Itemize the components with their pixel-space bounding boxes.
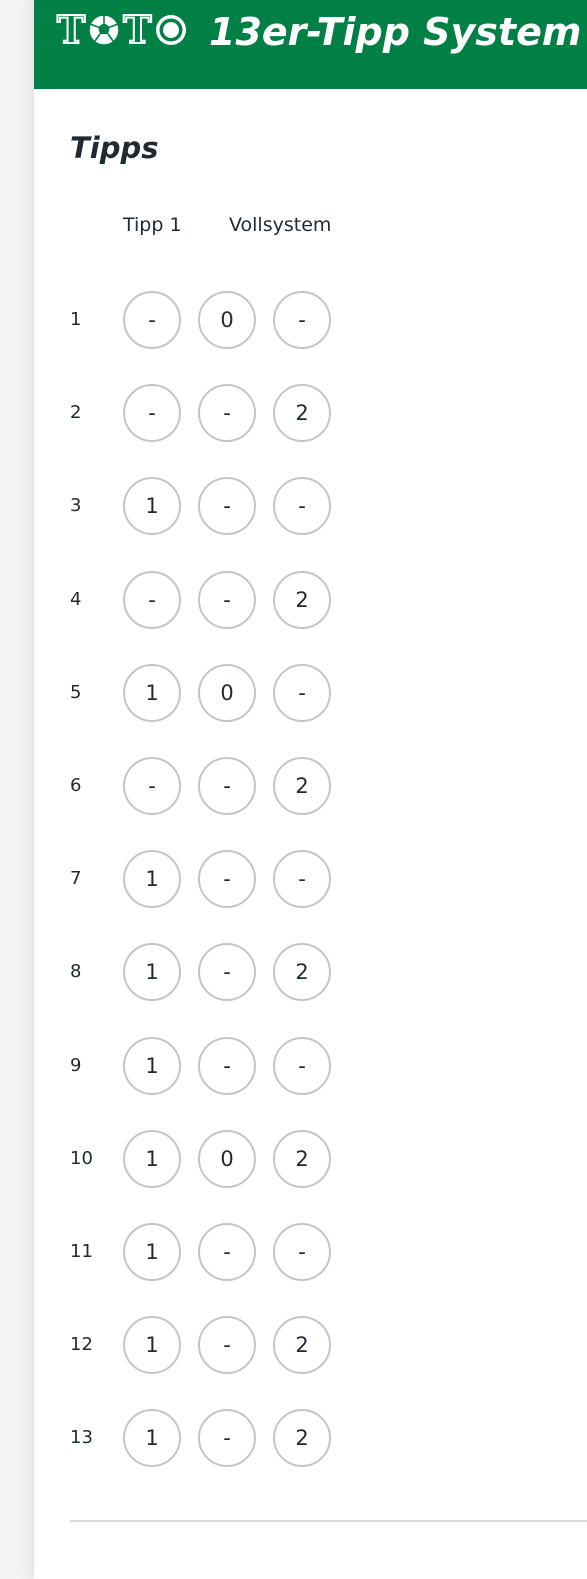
tipp-away-toggle[interactable]: 2 — [273, 943, 331, 1001]
section-title-tipps: Tipps — [70, 131, 159, 165]
tipp-home-toggle[interactable]: 1 — [123, 1223, 181, 1281]
tipp-home-toggle[interactable]: - — [123, 291, 181, 349]
tipp-home-toggle[interactable]: - — [123, 757, 181, 815]
tipp-away-toggle[interactable]: 2 — [273, 384, 331, 442]
divider — [70, 1520, 587, 1522]
tipp-draw-toggle[interactable]: - — [198, 384, 256, 442]
tipp-row: 8 1-2 — [34, 943, 587, 1001]
tipp-home-toggle[interactable]: 1 — [123, 1409, 181, 1467]
game-number: 11 — [70, 1241, 93, 1262]
logo-letter-t2: T — [122, 7, 152, 52]
tipp-home-toggle[interactable]: 1 — [123, 1316, 181, 1374]
tipp-row: 12 1-2 — [34, 1316, 587, 1374]
game-number: 7 — [70, 868, 82, 889]
tipp-away-toggle[interactable]: - — [273, 850, 331, 908]
tipp-away-toggle[interactable]: 2 — [273, 571, 331, 629]
tipp-away-toggle[interactable]: 2 — [273, 1130, 331, 1188]
tipp-row: 10 1 0 2 — [34, 1130, 587, 1188]
header-bar: T T 13er-Tipp System — [34, 0, 587, 89]
game-number: 9 — [70, 1055, 82, 1076]
tipp-draw-toggle[interactable]: - — [198, 1409, 256, 1467]
tipp-away-toggle[interactable]: 2 — [273, 1316, 331, 1374]
tipp-row: 6--2 — [34, 757, 587, 815]
game-number: 2 — [70, 402, 82, 423]
game-number: 3 — [70, 495, 82, 516]
tipp-draw-toggle[interactable]: - — [198, 1223, 256, 1281]
column-header-vollsystem: Vollsystem — [229, 214, 332, 236]
tipp-home-toggle[interactable]: 1 — [123, 1130, 181, 1188]
tipp-draw-toggle[interactable]: 0 — [198, 664, 256, 722]
tipp-draw-toggle[interactable]: - — [198, 850, 256, 908]
tipp-row: 1 -0- — [34, 291, 587, 349]
tipp-home-toggle[interactable]: 1 — [123, 850, 181, 908]
game-number: 6 — [70, 775, 82, 796]
tipp-away-toggle[interactable]: 2 — [273, 757, 331, 815]
tipp-home-toggle[interactable]: - — [123, 571, 181, 629]
tipp-draw-toggle[interactable]: 0 — [198, 1130, 256, 1188]
game-number: 1 — [70, 309, 82, 330]
tipp-row: 91-- — [34, 1037, 587, 1095]
tipp-draw-toggle[interactable]: - — [198, 1037, 256, 1095]
tipp-draw-toggle[interactable]: - — [198, 757, 256, 815]
tipp-home-toggle[interactable]: - — [123, 384, 181, 442]
tipp-row: 31-- — [34, 477, 587, 535]
tipp-away-toggle[interactable]: - — [273, 477, 331, 535]
page-title: 13er-Tipp System — [209, 10, 582, 54]
column-header-tipp1: Tipp 1 — [123, 214, 182, 236]
logo-o-ring-icon — [155, 15, 186, 45]
tipp-away-toggle[interactable]: - — [273, 1037, 331, 1095]
tipp-row: 4--2 — [34, 571, 587, 629]
page-card: T T 13er-Tipp System Tipps Tipp 1 Vollsy… — [34, 0, 587, 1579]
tipp-away-toggle[interactable]: - — [273, 1223, 331, 1281]
game-number: 4 — [70, 589, 82, 610]
tipp-draw-toggle[interactable]: 0 — [198, 291, 256, 349]
tipp-row: 11 1- - — [34, 1223, 587, 1281]
toto-logo: T T — [56, 7, 188, 52]
game-number: 8 — [70, 961, 82, 982]
tipp-home-toggle[interactable]: 1 — [123, 1037, 181, 1095]
tipp-row: 2--2 — [34, 384, 587, 442]
tipp-away-toggle[interactable]: - — [273, 291, 331, 349]
tipp-home-toggle[interactable]: 1 — [123, 477, 181, 535]
logo-letter-t: T — [56, 7, 86, 52]
tipp-draw-toggle[interactable]: - — [198, 571, 256, 629]
game-number: 13 — [70, 1427, 93, 1448]
tipp-row: 13 1-2 — [34, 1409, 587, 1467]
game-number: 5 — [70, 682, 82, 703]
tipp-draw-toggle[interactable]: - — [198, 1316, 256, 1374]
tipp-draw-toggle[interactable]: - — [198, 477, 256, 535]
game-number: 10 — [70, 1148, 93, 1169]
tipp-away-toggle[interactable]: 2 — [273, 1409, 331, 1467]
football-icon — [88, 14, 121, 46]
tipp-row: 5 10- — [34, 664, 587, 722]
tipp-home-toggle[interactable]: 1 — [123, 664, 181, 722]
tipp-row: 71-- — [34, 850, 587, 908]
tipp-draw-toggle[interactable]: - — [198, 943, 256, 1001]
tipp-home-toggle[interactable]: 1 — [123, 943, 181, 1001]
tipp-away-toggle[interactable]: - — [273, 664, 331, 722]
game-number: 12 — [70, 1334, 93, 1355]
